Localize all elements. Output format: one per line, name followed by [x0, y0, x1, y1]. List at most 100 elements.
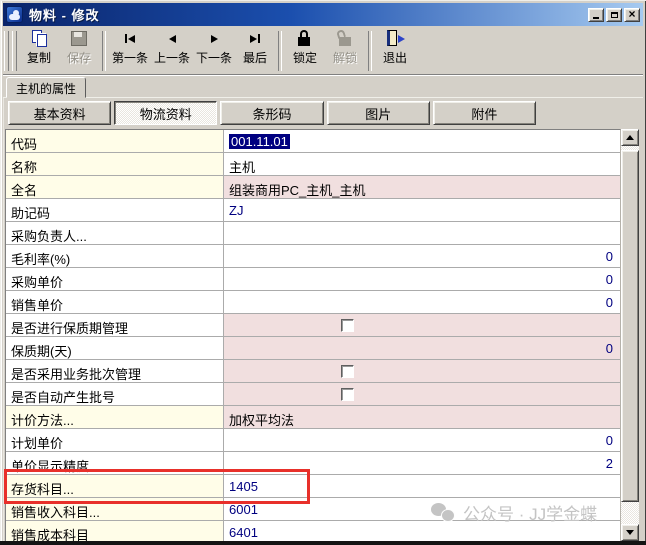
last-record-button[interactable]: 最后	[235, 28, 275, 74]
toolbar-button-label: 解锁	[333, 49, 357, 66]
subtab-barcode[interactable]: 条形码	[220, 101, 323, 125]
scrollbar-thumb[interactable]	[621, 150, 639, 502]
minimize-icon	[593, 17, 599, 19]
field-label: 全名	[6, 176, 224, 198]
field-value[interactable]	[224, 222, 620, 244]
arrow-up-icon	[626, 135, 634, 140]
subtab-picture[interactable]: 图片	[327, 101, 430, 125]
toolbar-separator	[278, 31, 282, 71]
tab-page: 基本资料 物流资料 条形码 图片 附件 代码 001.11.01 名称 主机 全…	[3, 97, 643, 541]
toolbar-separator	[102, 31, 106, 71]
close-icon: ×	[628, 8, 635, 20]
previous-record-button[interactable]: 上一条	[151, 28, 193, 74]
first-record-icon	[119, 30, 141, 47]
row-sales-price: 销售单价 0	[6, 291, 620, 314]
field-value[interactable]: ZJ	[224, 199, 620, 221]
row-code: 代码 001.11.01	[6, 130, 620, 153]
field-label: 销售单价	[6, 291, 224, 313]
toolbar: 复制 保存 第一条 上一条 下一条 最后 锁定 解锁	[3, 26, 643, 75]
next-record-button[interactable]: 下一条	[193, 28, 235, 74]
exit-button[interactable]: 退出	[375, 28, 415, 74]
field-value[interactable]: 001.11.01	[224, 130, 620, 152]
tab-strip: 主机的属性	[3, 76, 643, 97]
arrow-down-icon	[626, 530, 634, 535]
unlock-icon	[334, 30, 356, 47]
copy-button[interactable]: 复制	[19, 28, 59, 74]
field-label: 计划单价	[6, 429, 224, 451]
field-value: 0	[224, 337, 620, 359]
field-value[interactable]: 0	[224, 429, 620, 451]
field-label: 是否采用业务批次管理	[6, 360, 224, 382]
red-highlight-box	[4, 469, 310, 504]
last-record-icon	[244, 30, 266, 47]
field-value[interactable]: 主机	[224, 153, 620, 175]
maximize-icon	[611, 12, 618, 18]
field-label: 保质期(天)	[6, 337, 224, 359]
close-button[interactable]: ×	[624, 8, 640, 22]
tab-host-properties[interactable]: 主机的属性	[6, 77, 86, 98]
row-full-name: 全名 组装商用PC_主机_主机	[6, 176, 620, 199]
toolbar-button-label: 第一条	[112, 49, 148, 66]
toolbar-button-label: 最后	[243, 49, 267, 66]
toolbar-separator	[368, 31, 372, 71]
field-label: 是否进行保质期管理	[6, 314, 224, 336]
field-value[interactable]: 0	[224, 268, 620, 290]
field-value: 组装商用PC_主机_主机	[224, 176, 620, 198]
vertical-scrollbar[interactable]	[621, 129, 639, 541]
subtab-bar: 基本资料 物流资料 条形码 图片 附件	[8, 101, 536, 126]
save-icon	[68, 30, 90, 47]
field-label: 毛利率(%)	[6, 245, 224, 267]
wechat-icon	[431, 503, 455, 522]
shelf-life-checkbox[interactable]	[341, 319, 354, 332]
field-label: 是否自动产生批号	[6, 383, 224, 405]
field-label: 代码	[6, 130, 224, 152]
row-purchase-price: 采购单价 0	[6, 268, 620, 291]
toolbar-button-label: 退出	[383, 49, 407, 66]
subtab-basic-info[interactable]: 基本资料	[8, 101, 111, 125]
next-record-icon	[203, 30, 225, 47]
field-label: 助记码	[6, 199, 224, 221]
first-record-button[interactable]: 第一条	[109, 28, 151, 74]
row-shelf-life-days: 保质期(天) 0	[6, 337, 620, 360]
watermark: 公众号 · JJ学金蝶	[431, 500, 597, 525]
field-label: 销售成本科目	[6, 521, 224, 542]
maximize-button[interactable]	[606, 8, 622, 22]
field-value: 加权平均法	[224, 406, 620, 428]
toolbar-grip[interactable]	[4, 31, 9, 71]
toolbar-grip[interactable]	[12, 31, 17, 71]
window-title: 物料 - 修改	[29, 5, 588, 24]
watermark-text: 公众号 · JJ学金蝶	[463, 500, 597, 525]
unlock-button: 解锁	[325, 28, 365, 74]
field-label: 采购负责人...	[6, 222, 224, 244]
subtab-logistics-info[interactable]: 物流资料	[114, 101, 217, 125]
save-button: 保存	[59, 28, 99, 74]
scroll-down-button[interactable]	[621, 524, 639, 541]
app-logo-icon[interactable]	[6, 6, 23, 23]
auto-batch-checkbox[interactable]	[341, 388, 354, 401]
field-value	[224, 360, 620, 382]
scroll-up-button[interactable]	[621, 129, 639, 146]
row-shelf-life-managed: 是否进行保质期管理	[6, 314, 620, 337]
toolbar-button-label: 下一条	[196, 49, 232, 66]
previous-record-icon	[161, 30, 183, 47]
field-label: 采购单价	[6, 268, 224, 290]
field-value	[224, 383, 620, 405]
row-gross-margin: 毛利率(%) 0	[6, 245, 620, 268]
toolbar-button-label: 锁定	[293, 49, 317, 66]
copy-icon	[28, 30, 50, 47]
title-bar: 物料 - 修改 ×	[3, 3, 643, 26]
field-value[interactable]: 0	[224, 245, 620, 267]
batch-manage-checkbox[interactable]	[341, 365, 354, 378]
row-batch-managed: 是否采用业务批次管理	[6, 360, 620, 383]
lock-icon	[294, 30, 316, 47]
minimize-button[interactable]	[588, 8, 604, 22]
material-edit-window: 物料 - 修改 × 复制 保存 第一条 上一条 下一条	[0, 0, 646, 545]
toolbar-button-label: 上一条	[154, 49, 190, 66]
row-planned-price: 计划单价 0	[6, 429, 620, 452]
row-name: 名称 主机	[6, 153, 620, 176]
window-bottom-edge	[0, 541, 646, 545]
field-value[interactable]: 0	[224, 291, 620, 313]
lock-button[interactable]: 锁定	[285, 28, 325, 74]
subtab-attachment[interactable]: 附件	[433, 101, 536, 125]
field-label: 计价方法...	[6, 406, 224, 428]
